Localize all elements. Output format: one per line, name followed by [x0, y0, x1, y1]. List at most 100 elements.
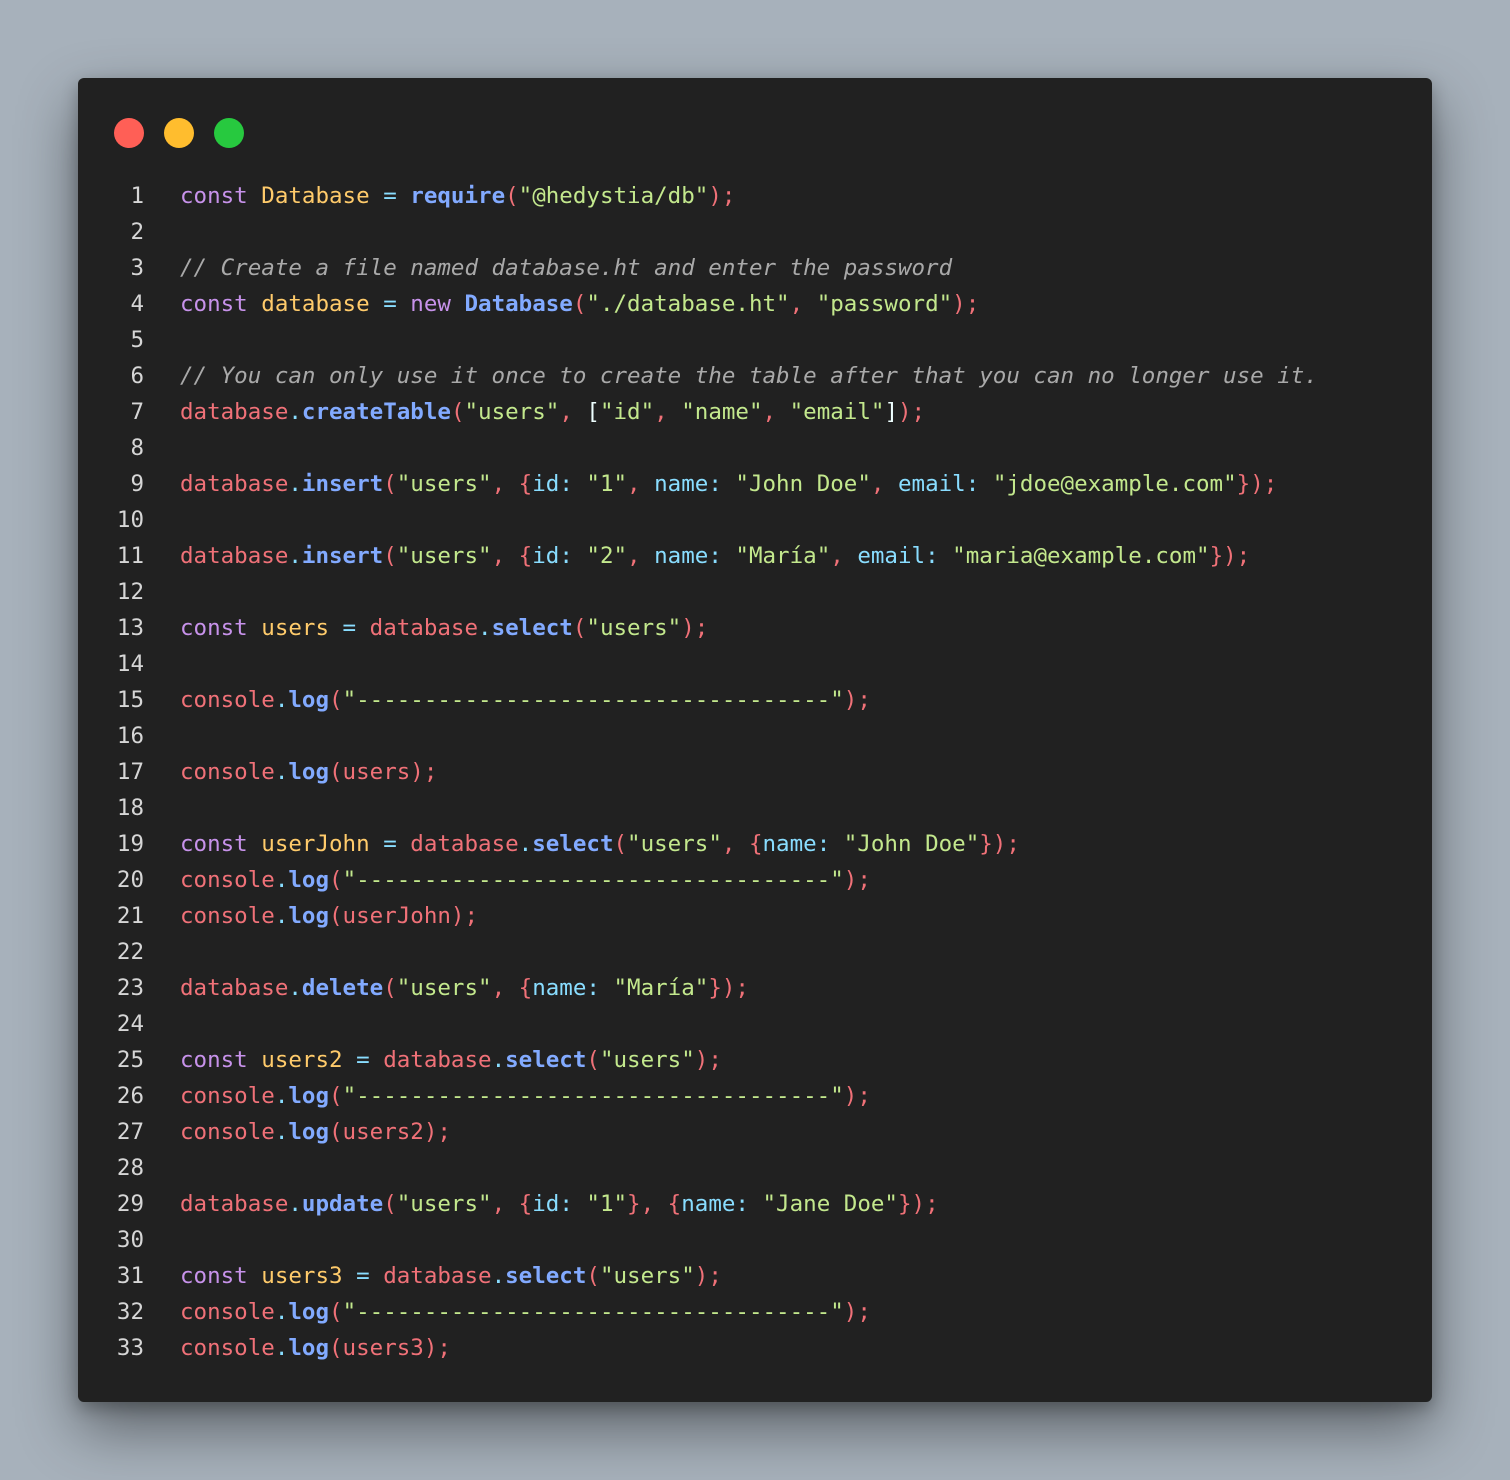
- maximize-window-button[interactable]: [214, 118, 244, 148]
- code-token: id: [532, 471, 560, 497]
- line-number: 33: [116, 1335, 144, 1361]
- code-line: 26 console.log("-------------------------…: [78, 1078, 1432, 1114]
- code-token: update: [301, 1191, 384, 1217]
- code-line: 18: [78, 790, 1432, 826]
- code-token: .: [274, 1335, 289, 1361]
- code-token: );: [843, 1083, 871, 1109]
- code-token: .: [274, 687, 289, 713]
- code-line: 28: [78, 1150, 1432, 1186]
- code-token: console: [180, 1119, 275, 1145]
- code-token: email: [897, 471, 966, 497]
- code-token: );: [843, 687, 871, 713]
- code-text: // Create a file named database.ht and e…: [180, 250, 952, 286]
- code-line: 10: [78, 502, 1432, 538]
- code-token: "./database.ht": [586, 291, 790, 317]
- line-number: 28: [116, 1155, 144, 1181]
- code-token: =: [329, 615, 370, 641]
- code-line: 8: [78, 430, 1432, 466]
- code-token: const: [180, 1047, 262, 1073]
- code-token: (users2);: [329, 1119, 451, 1145]
- code-token: "users": [599, 1047, 695, 1073]
- code-token: "John Doe": [843, 831, 980, 857]
- code-token: );: [708, 183, 736, 209]
- code-token: const: [180, 615, 262, 641]
- code-token: (users);: [329, 759, 438, 785]
- code-token: );: [681, 615, 709, 641]
- code-token: select: [491, 615, 573, 641]
- line-number: 12: [116, 579, 144, 605]
- code-token: ,: [870, 471, 898, 497]
- code-token: .: [274, 1083, 289, 1109]
- code-token: "password": [816, 291, 953, 317]
- code-token: "Jane Doe": [762, 1191, 898, 1217]
- code-text: console.log("---------------------------…: [180, 862, 871, 898]
- code-line: 2: [78, 214, 1432, 250]
- code-token: console: [180, 687, 275, 713]
- code-token: select: [532, 831, 614, 857]
- code-token: "users": [396, 543, 492, 569]
- code-token: "users": [599, 1263, 695, 1289]
- code-token: :: [708, 543, 736, 569]
- line-number: 9: [130, 471, 144, 497]
- code-line: 12: [78, 574, 1432, 610]
- code-token: createTable: [301, 399, 451, 425]
- code-token: (userJohn);: [329, 903, 479, 929]
- code-token: database: [383, 1263, 492, 1289]
- line-number: 21: [116, 903, 144, 929]
- code-token: ,: [762, 399, 790, 425]
- code-token: console: [180, 867, 275, 893]
- code-token: "1": [586, 1191, 628, 1217]
- code-token: "María": [735, 543, 831, 569]
- line-number: 25: [116, 1047, 144, 1073]
- code-text: console.log(users3);: [180, 1330, 451, 1366]
- line-number: 22: [116, 939, 144, 965]
- code-token: users: [261, 615, 330, 641]
- code-text: console.log("---------------------------…: [180, 1078, 871, 1114]
- code-token: console: [180, 759, 275, 785]
- line-number: 10: [116, 507, 144, 533]
- code-token: console: [180, 1299, 275, 1325]
- code-token: (: [329, 1299, 343, 1325]
- code-token: .: [288, 399, 302, 425]
- code-line: 23 database.delete("users", {name: "María…: [78, 970, 1432, 1006]
- code-line: 15 console.log("-------------------------…: [78, 682, 1432, 718]
- line-number: 24: [116, 1011, 144, 1037]
- code-line: 3 // Create a file named database.ht and …: [78, 250, 1432, 286]
- code-token: id: [532, 1191, 560, 1217]
- line-number: 2: [130, 219, 144, 245]
- code-token: log: [288, 759, 330, 785]
- code-token: , {: [491, 975, 533, 1001]
- code-token: database: [180, 471, 289, 497]
- code-token: (: [572, 615, 587, 641]
- code-token: }, {: [627, 1191, 682, 1217]
- line-number: 18: [116, 795, 144, 821]
- code-token: (: [329, 867, 343, 893]
- code-text: const users3 = database.select("users");: [180, 1258, 722, 1294]
- code-line: 6 // You can only use it once to create t…: [78, 358, 1432, 394]
- code-token: ,: [830, 543, 858, 569]
- line-number: 23: [116, 975, 144, 1001]
- code-token: "-----------------------------------": [342, 867, 844, 893]
- code-token: ,: [627, 471, 655, 497]
- code-token: log: [288, 867, 330, 893]
- line-number: 8: [130, 435, 144, 461]
- code-line: 22: [78, 934, 1432, 970]
- code-token: "users": [396, 975, 492, 1001]
- minimize-window-button[interactable]: [164, 118, 194, 148]
- code-token: name: [654, 543, 709, 569]
- code-token: console: [180, 1335, 275, 1361]
- code-token: console: [180, 1083, 275, 1109]
- code-token: "-----------------------------------": [342, 1299, 844, 1325]
- line-number: 32: [116, 1299, 144, 1325]
- code-token: select: [505, 1047, 587, 1073]
- code-token: const: [180, 1263, 262, 1289]
- code-token: database: [180, 399, 289, 425]
- close-window-button[interactable]: [114, 118, 144, 148]
- code-token: const: [180, 183, 262, 209]
- code-token: ,: [559, 399, 587, 425]
- code-token: email: [857, 543, 926, 569]
- code-text: const userJohn = database.select("users"…: [180, 826, 1020, 862]
- code-line: 13 const users = database.select("users")…: [78, 610, 1432, 646]
- code-text: database.update("users", {id: "1"}, {nam…: [180, 1186, 939, 1222]
- code-token: :: [965, 471, 993, 497]
